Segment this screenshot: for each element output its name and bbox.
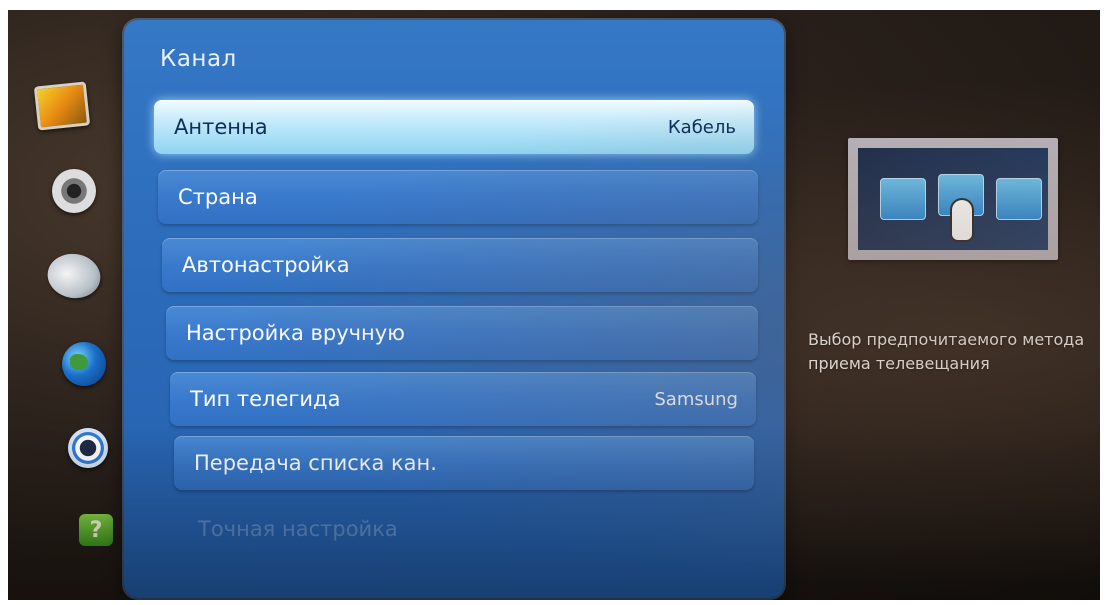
panel-title: Канал bbox=[160, 46, 237, 72]
satellite-tile-icon bbox=[996, 178, 1042, 220]
menu-item-label: Тип телегида bbox=[190, 387, 341, 411]
menu-item-label: Настройка вручную bbox=[186, 321, 405, 345]
help-description: Выбор предпочитаемого метода приема теле… bbox=[808, 330, 1085, 373]
system-icon bbox=[68, 428, 108, 468]
category-network[interactable] bbox=[58, 338, 110, 390]
channel-menu-panel: Канал Антенна Кабель Страна Автонастройк… bbox=[124, 20, 784, 598]
category-sidebar: ? bbox=[8, 10, 138, 600]
menu-item-manual-tuning[interactable]: Настройка вручную bbox=[166, 306, 758, 360]
category-picture[interactable] bbox=[33, 80, 91, 132]
sound-icon bbox=[52, 169, 96, 213]
menu-item-label: Передача списка кан. bbox=[194, 451, 437, 475]
menu-item-label: Автонастройка bbox=[182, 253, 350, 277]
category-channel[interactable] bbox=[38, 246, 110, 306]
antenna-tile-icon bbox=[880, 178, 926, 220]
category-system[interactable] bbox=[62, 422, 114, 474]
menu-item-antenna[interactable]: Антенна Кабель bbox=[154, 100, 754, 154]
menu-item-label: Антенна bbox=[174, 115, 268, 139]
menu-item-auto-tuning[interactable]: Автонастройка bbox=[162, 238, 758, 292]
menu-item-channel-list-transfer[interactable]: Передача списка кан. bbox=[174, 436, 754, 490]
support-icon: ? bbox=[79, 514, 113, 546]
menu-item-value: Samsung bbox=[654, 388, 738, 410]
menu-item-fine-tuning: Точная настройка bbox=[178, 502, 754, 556]
menu-item-label: Точная настройка bbox=[198, 517, 398, 541]
category-support[interactable]: ? bbox=[70, 504, 122, 556]
network-icon bbox=[62, 342, 106, 386]
category-sound[interactable] bbox=[48, 165, 100, 217]
pointer-hand-icon bbox=[952, 200, 972, 240]
channel-icon bbox=[38, 246, 110, 306]
tv-screen: ? Канал Антенна Кабель Страна Автонастро… bbox=[8, 10, 1100, 600]
help-thumbnail bbox=[848, 138, 1058, 260]
menu-item-label: Страна bbox=[178, 185, 258, 209]
menu-item-value: Кабель bbox=[667, 116, 736, 138]
thumbnail-image bbox=[858, 148, 1048, 250]
menu-item-country[interactable]: Страна bbox=[158, 170, 758, 224]
menu-item-guide-type[interactable]: Тип телегида Samsung bbox=[170, 372, 756, 426]
picture-icon bbox=[33, 81, 91, 131]
